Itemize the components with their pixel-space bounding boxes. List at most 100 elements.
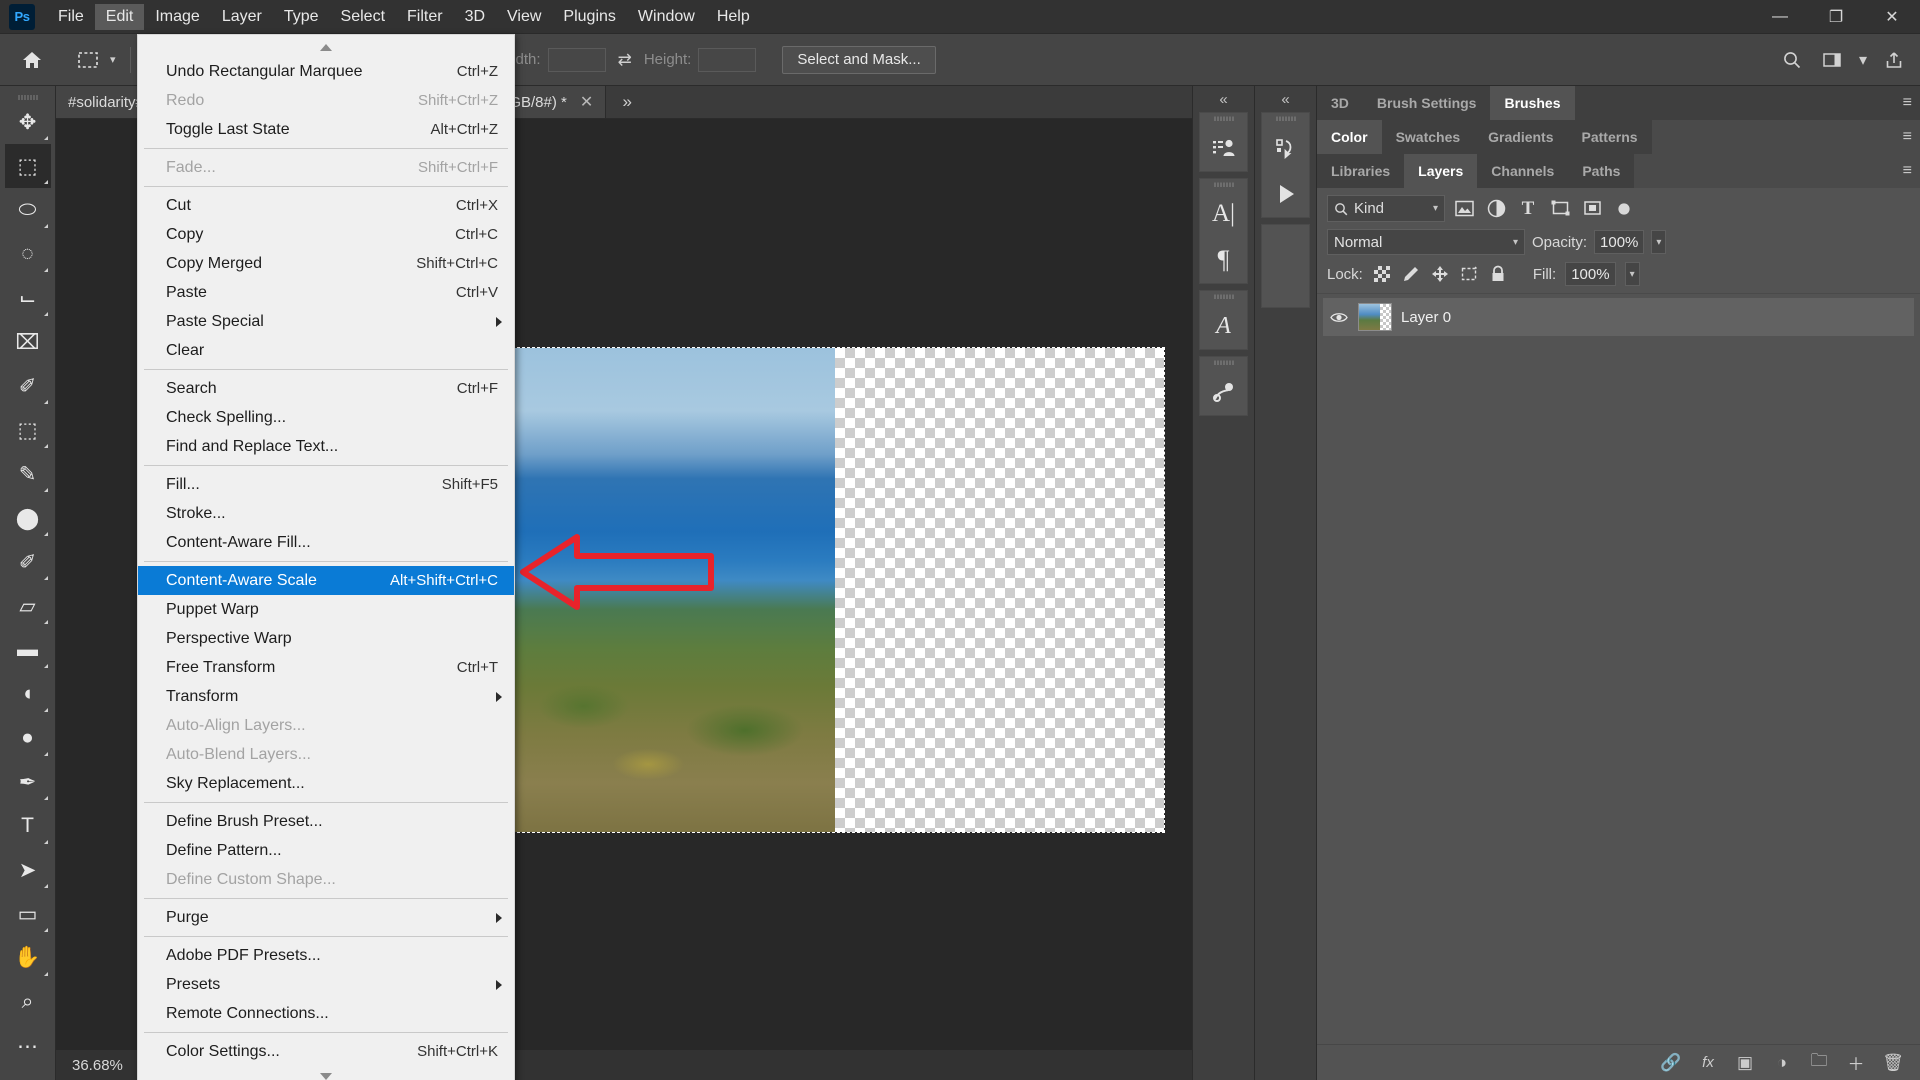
gradient-tool[interactable]: ▬ [5, 628, 51, 672]
swap-width-height-icon[interactable]: ⇄ [618, 50, 632, 70]
lock-transparent-pixels-icon[interactable] [1372, 264, 1392, 284]
filter-toggle-icon[interactable] [1611, 196, 1637, 222]
menu-item-check-spelling[interactable]: Check Spelling... [138, 403, 514, 432]
menu-item-transform[interactable]: Transform [138, 682, 514, 711]
zoom-level[interactable]: 36.68% [72, 1057, 123, 1074]
menu-item-copy-merged[interactable]: Copy Merged Shift+Ctrl+C [138, 249, 514, 278]
rail-grip[interactable] [1262, 113, 1309, 125]
menu-item-toggle-last-state[interactable]: Toggle Last State Alt+Ctrl+Z [138, 115, 514, 144]
width-input[interactable] [547, 47, 606, 72]
tab-swatches[interactable]: Swatches [1381, 120, 1475, 154]
shape-layer-filter-icon[interactable] [1547, 196, 1573, 222]
home-icon[interactable] [10, 38, 54, 82]
menu-item-color-settings[interactable]: Color Settings... Shift+Ctrl+K [138, 1037, 514, 1066]
collapse-rail-b-button[interactable]: « [1255, 86, 1316, 112]
chevron-down-icon[interactable]: ▾ [1854, 42, 1872, 78]
adjustment-layer-filter-icon[interactable] [1483, 196, 1509, 222]
menu-item-sky-replacement[interactable]: Sky Replacement... [138, 769, 514, 798]
menubar-item-view[interactable]: View [496, 4, 552, 30]
rail-grip[interactable] [1200, 179, 1247, 191]
layer-visibility-eye-icon[interactable] [1329, 311, 1349, 324]
layer-row[interactable]: Layer 0 [1323, 298, 1914, 336]
menubar-item-edit[interactable]: Edit [94, 3, 145, 30]
menu-scroll-up-button[interactable] [138, 37, 514, 57]
blend-mode-select[interactable]: Normal ▾ [1327, 229, 1525, 255]
tab-layers[interactable]: Layers [1404, 154, 1478, 188]
history-brush-tool[interactable]: ✐ [5, 540, 51, 584]
menu-item-cut[interactable]: Cut Ctrl+X [138, 191, 514, 220]
adjustments-icon[interactable] [1200, 369, 1247, 415]
rail-grip[interactable] [1200, 291, 1247, 303]
lasso-tool[interactable]: ⬭ [5, 188, 51, 232]
collapse-rail-a-button[interactable]: « [1193, 86, 1254, 112]
fill-chevron-down-icon[interactable]: ▾ [1624, 262, 1640, 286]
brush-tool[interactable]: ✎ [5, 452, 51, 496]
panel-menu-icon[interactable]: ≡ [1903, 129, 1912, 145]
menu-item-find-and-replace-text[interactable]: Find and Replace Text... [138, 432, 514, 461]
clone-stamp-tool[interactable]: ⬤ [5, 496, 51, 540]
menu-item-undo-rectangular-marquee[interactable]: Undo Rectangular Marquee Ctrl+Z [138, 57, 514, 86]
eraser-tool[interactable]: ▱ [5, 584, 51, 628]
edit-menu-dropdown[interactable]: Undo Rectangular Marquee Ctrl+Z Redo Shift+… [137, 34, 515, 1080]
close-button[interactable]: ✕ [1864, 0, 1920, 34]
tab-3d[interactable]: 3D [1317, 86, 1363, 120]
edit-toolbar-tool[interactable]: ⋯ [5, 1024, 51, 1068]
blur-tool[interactable]: ◖ [5, 672, 51, 716]
select-and-mask-button[interactable]: Select and Mask... [782, 45, 936, 74]
menu-item-define-pattern[interactable]: Define Pattern... [138, 836, 514, 865]
character-styles-icon[interactable]: A [1200, 303, 1247, 349]
search-icon[interactable] [1774, 42, 1810, 78]
pen-tool[interactable]: ✒ [5, 760, 51, 804]
menu-item-presets[interactable]: Presets [138, 970, 514, 999]
path-selection-tool[interactable]: ➤ [5, 848, 51, 892]
menu-item-paste-special[interactable]: Paste Special [138, 307, 514, 336]
share-icon[interactable] [1876, 42, 1912, 78]
maximize-button[interactable]: ❐ [1808, 0, 1864, 34]
toolbar-grip[interactable] [15, 90, 41, 100]
filter-kind-select[interactable]: Kind ▾ [1327, 195, 1445, 222]
menubar-item-help[interactable]: Help [706, 4, 761, 30]
menubar-item-file[interactable]: File [47, 4, 95, 30]
tab-paths[interactable]: Paths [1568, 154, 1635, 188]
frame-tool[interactable]: ⌧ [5, 320, 51, 364]
menu-scroll-down-button[interactable] [138, 1066, 514, 1080]
menu-item-perspective-warp[interactable]: Perspective Warp [138, 624, 514, 653]
delete-layer-icon[interactable]: 🗑 [1882, 1052, 1904, 1074]
move-tool[interactable]: ✥ [5, 100, 51, 144]
tab-color[interactable]: Color [1317, 120, 1382, 154]
new-layer-icon[interactable]: ＋ [1845, 1052, 1867, 1074]
rail-grip[interactable] [1200, 357, 1247, 369]
menubar-item-type[interactable]: Type [273, 4, 330, 30]
tab-brushes[interactable]: Brushes [1490, 86, 1575, 120]
menu-item-adobe-pdf-presets[interactable]: Adobe PDF Presets... [138, 941, 514, 970]
history-icon[interactable] [1262, 125, 1309, 171]
menubar-item-image[interactable]: Image [144, 4, 210, 30]
menu-item-content-aware-fill[interactable]: Content-Aware Fill... [138, 528, 514, 557]
rectangular-marquee-tool[interactable]: ⬚ [4, 144, 51, 188]
play-actions-icon[interactable] [1262, 171, 1309, 217]
horizontal-type-tool[interactable]: T [5, 804, 51, 848]
lock-image-pixels-icon[interactable] [1401, 264, 1421, 284]
tab-brush-settings[interactable]: Brush Settings [1362, 86, 1491, 120]
menu-item-stroke[interactable]: Stroke... [138, 499, 514, 528]
workspace-icon[interactable] [1814, 42, 1850, 78]
tab-gradients[interactable]: Gradients [1474, 120, 1568, 154]
menu-item-puppet-warp[interactable]: Puppet Warp [138, 595, 514, 624]
menu-item-clear[interactable]: Clear [138, 336, 514, 365]
add-layer-mask-icon[interactable]: ▣ [1734, 1052, 1756, 1074]
tab-patterns[interactable]: Patterns [1567, 120, 1652, 154]
menubar-item-layer[interactable]: Layer [211, 4, 273, 30]
tab-overflow-icon[interactable]: » [606, 86, 649, 118]
rectangle-tool[interactable]: ▭ [5, 892, 51, 936]
menubar-item-3d[interactable]: 3D [454, 4, 496, 30]
close-icon[interactable]: ✕ [580, 92, 593, 112]
object-selection-tool[interactable]: ◌ [5, 232, 51, 276]
menu-item-search[interactable]: Search Ctrl+F [138, 374, 514, 403]
smart-object-filter-icon[interactable] [1579, 196, 1605, 222]
rectangular-marquee-icon[interactable] [68, 40, 108, 80]
lock-position-icon[interactable] [1430, 264, 1450, 284]
pixel-layer-filter-icon[interactable] [1451, 196, 1477, 222]
new-group-icon[interactable]: 🗀 [1808, 1051, 1830, 1074]
fill-input[interactable]: 100% [1565, 262, 1616, 286]
menu-item-content-aware-scale[interactable]: Content-Aware Scale Alt+Shift+Ctrl+C [138, 566, 514, 595]
